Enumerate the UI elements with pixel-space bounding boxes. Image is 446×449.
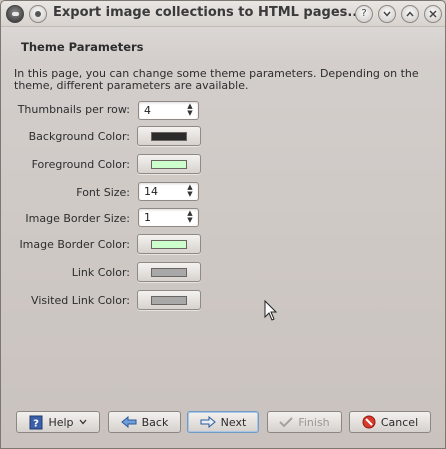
font-size-value: 14 xyxy=(144,185,158,198)
spin-arrows-icon[interactable]: ▲ ▼ xyxy=(185,103,195,118)
cancel-button-label: Cancel xyxy=(380,415,419,429)
foreground-color-label: Foreground Color: xyxy=(31,158,130,171)
help-book-icon: ? xyxy=(29,415,43,429)
image-border-color-swatch xyxy=(151,240,187,249)
link-color-label: Link Color: xyxy=(71,266,130,279)
thumbnails-per-row-value: 4 xyxy=(144,104,151,117)
help-button-label: Help xyxy=(48,415,74,429)
foreground-color-button[interactable] xyxy=(137,154,201,174)
back-button[interactable]: Back xyxy=(108,411,181,433)
cancel-stop-icon xyxy=(362,415,376,429)
background-color-label: Background Color: xyxy=(28,130,130,143)
cancel-button[interactable]: Cancel xyxy=(349,411,431,433)
image-border-size-value: 1 xyxy=(144,211,151,224)
link-color-swatch xyxy=(151,268,187,277)
foreground-color-swatch xyxy=(151,160,187,169)
help-question-icon[interactable]: ? xyxy=(355,5,373,23)
next-button-label: Next xyxy=(220,415,247,429)
page-description: In this page, you can change some theme … xyxy=(14,67,419,92)
visited-link-color-button[interactable] xyxy=(137,290,201,310)
page-heading: Theme Parameters xyxy=(21,40,144,54)
finish-button[interactable]: Finish xyxy=(267,411,342,433)
thumbnails-per-row-spinbox[interactable]: 4 ▲ ▼ xyxy=(138,101,199,120)
background-color-button[interactable] xyxy=(137,126,201,146)
checkmark-icon xyxy=(279,417,294,428)
visited-link-color-label: Visited Link Color: xyxy=(31,294,130,307)
mouse-cursor-icon xyxy=(264,300,278,321)
font-size-spinbox[interactable]: 14 ▲ ▼ xyxy=(138,182,199,201)
window-menu-icon[interactable] xyxy=(29,5,47,23)
link-color-button[interactable] xyxy=(137,262,201,282)
background-color-swatch xyxy=(151,132,187,141)
svg-text:?: ? xyxy=(34,418,40,429)
export-dialog-window: Export image collections to HTML pages..… xyxy=(0,0,446,449)
maximize-icon[interactable] xyxy=(401,5,419,23)
spin-arrows-icon[interactable]: ▲ ▼ xyxy=(185,184,195,199)
minimize-icon[interactable] xyxy=(378,5,396,23)
finish-button-label: Finish xyxy=(298,415,330,429)
chevron-down-icon xyxy=(79,419,87,425)
window-title: Export image collections to HTML pages..… xyxy=(53,5,363,20)
image-border-size-spinbox[interactable]: 1 ▲ ▼ xyxy=(138,208,199,227)
thumbnails-per-row-label: Thumbnails per row: xyxy=(17,103,130,116)
arrow-right-icon xyxy=(200,416,216,428)
image-border-color-button[interactable] xyxy=(137,234,201,254)
title-bar[interactable]: Export image collections to HTML pages..… xyxy=(1,1,445,27)
app-camera-icon[interactable] xyxy=(6,5,24,23)
visited-link-color-swatch xyxy=(151,296,187,305)
image-border-size-label: Image Border Size: xyxy=(25,212,130,225)
image-border-color-label: Image Border Color: xyxy=(19,238,130,251)
back-button-label: Back xyxy=(141,415,169,429)
help-button[interactable]: ? Help xyxy=(16,411,100,433)
spin-arrows-icon[interactable]: ▲ ▼ xyxy=(185,210,195,225)
arrow-left-icon xyxy=(120,416,137,428)
font-size-label: Font Size: xyxy=(76,186,130,199)
close-icon[interactable] xyxy=(424,5,442,23)
next-button[interactable]: Next xyxy=(187,411,259,433)
